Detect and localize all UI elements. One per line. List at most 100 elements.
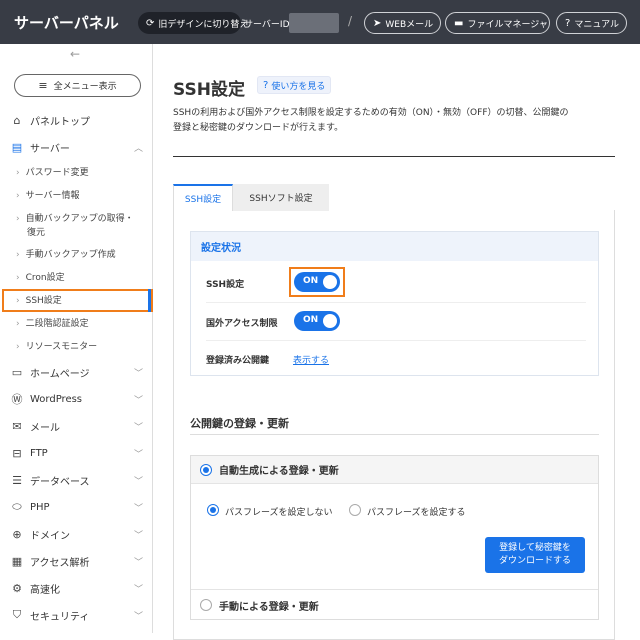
auto-generate-header: 自動生成による登録・更新 [191,456,598,484]
no-passphrase-radio[interactable] [207,504,219,516]
show-pubkey-link[interactable]: 表示する [293,353,329,366]
tab-panel: 設定状況 SSH設定 ON 国外アクセス制限 ON 登録済み公開鍵 表示する 公… [173,210,615,640]
sidebar-item-homepage[interactable]: ▭ ホームページ ﹀ [0,359,153,385]
ssh-toggle[interactable]: ON [294,272,340,292]
tab-ssh-settings[interactable]: SSH設定 [173,184,233,211]
sidebar-subitem-resource-monitor[interactable]: › リソースモニター [16,340,97,354]
sidebar: ← ≡ 全メニュー表示 ⌂ パネルトップ ▤ サーバー ︿ › パスワード変更 ›… [0,44,153,633]
register-download-button[interactable]: 登録して秘密鍵を ダウンロードする [485,537,585,573]
section-divider [190,434,599,435]
switch-icon: ⟳ [146,17,155,29]
globe-icon: ⊕ [12,527,22,541]
webmail-button[interactable]: ➤ WEBメール [364,12,441,34]
sidebar-subitem-server-info[interactable]: › サーバー情報 [16,189,80,203]
all-menu-button[interactable]: ≡ 全メニュー表示 [14,74,141,97]
mail-icon: ✉ [12,419,22,433]
file-manager-button[interactable]: ▬ ファイルマネージャ [445,12,550,34]
active-indicator [148,289,151,312]
app-logo[interactable]: サーバーパネル [14,12,119,33]
row-divider [206,302,586,303]
chevron-down-icon: ﹀ [134,449,144,460]
with-passphrase-radio[interactable] [349,504,361,516]
page-description: SSHの利用および国外アクセス制限を設定するための有効（ON）・無効（OFF）の… [173,108,569,133]
title-divider [173,156,615,157]
help-icon: ? [263,79,269,91]
speed-icon: ⚙ [12,581,22,595]
status-box: 設定状況 SSH設定 ON 国外アクセス制限 ON 登録済み公開鍵 表示する [190,231,599,376]
no-passphrase-label[interactable]: パスフレーズを設定しない [225,505,333,518]
server-icon: ▤ [11,140,23,154]
row-divider [206,340,586,341]
sidebar-item-speedup[interactable]: ⚙ 高速化 ﹀ [0,575,153,601]
main-content: SSH設定 ? 使い方を見る SSHの利用および国外アクセス制限を設定するための… [155,44,640,640]
sidebar-item-panel-top[interactable]: ⌂ パネルトップ [0,107,153,133]
shield-icon: ⛉ [12,608,22,621]
sidebar-item-server[interactable]: ▤ サーバー ︿ [0,134,153,160]
register-box: 自動生成による登録・更新 パスフレーズを設定しない パスフレーズを設定する 登録… [190,455,599,620]
sidebar-subitem-password[interactable]: › パスワード変更 [16,166,89,180]
sidebar-item-security[interactable]: ⛉ セキュリティ ﹀ [0,602,153,628]
sidebar-item-label: サーバー [30,143,70,155]
chevron-down-icon: ﹀ [134,584,144,595]
page-title: SSH設定 [173,80,245,100]
help-link[interactable]: ? 使い方を見る [257,76,332,94]
chevron-down-icon: ﹀ [134,557,144,568]
chevron-down-icon: ﹀ [134,368,144,379]
ftp-icon: ⊟ [12,446,22,460]
sidebar-subitem-cron[interactable]: › Cron設定 [16,271,65,285]
chevron-down-icon: ﹀ [134,530,144,541]
sidebar-subitem-manual-backup[interactable]: › 手動バックアップ作成 [16,248,116,262]
collapse-arrow-icon[interactable]: ← [70,47,80,61]
help-icon: ? [565,17,571,29]
status-header: 設定状況 [191,232,598,261]
sidebar-item-access-analysis[interactable]: ▦ アクセス解析 ﹀ [0,548,153,574]
chart-icon: ▦ [11,554,23,568]
chevron-down-icon: ﹀ [134,476,144,487]
sidebar-item-mail[interactable]: ✉ メール ﹀ [0,413,153,439]
home-icon: ⌂ [13,113,21,127]
hamburger-icon: ≡ [38,79,48,92]
sidebar-subitem-two-factor[interactable]: › 二段階認証設定 [16,317,89,331]
manual-register-radio[interactable] [200,599,212,611]
top-header: サーバーパネル ⟳ 旧デザインに切り替え サーバーID / ➤ WEBメール ▬… [0,0,640,44]
sidebar-item-wordpress[interactable]: Ⓦ WordPress ﹀ [0,386,153,412]
sidebar-item-database[interactable]: ☰ データベース ﹀ [0,467,153,493]
tab-ssh-software[interactable]: SSHソフト設定 [233,184,329,211]
file-manager-label: ファイルマネージャ [467,19,548,30]
toggle-knob [323,275,337,289]
manual-button[interactable]: ? マニュアル [556,12,627,34]
foreign-access-toggle[interactable]: ON [294,311,340,331]
manual-label: マニュアル [574,19,620,30]
server-id-label: サーバーID [244,20,290,30]
chevron-up-icon: ︿ [134,143,144,154]
folder-icon: ▬ [454,17,464,29]
old-design-label: 旧デザインに切り替え [158,19,249,30]
ssh-setting-label: SSH設定 [206,280,245,290]
sidebar-subitem-ssh[interactable]: › SSH設定 [2,289,153,312]
server-id-value [289,13,339,33]
sidebar-item-domain[interactable]: ⊕ ドメイン ﹀ [0,521,153,547]
option-divider [191,589,598,590]
wordpress-icon: Ⓦ [11,393,23,406]
chevron-down-icon: ﹀ [134,611,144,622]
sidebar-item-php[interactable]: ⬭ PHP ﹀ [0,494,153,520]
webmail-label: WEBメール [385,19,434,30]
all-menu-label: 全メニュー表示 [53,82,117,92]
old-design-button[interactable]: ⟳ 旧デザインに切り替え [138,12,248,34]
database-icon: ☰ [12,473,22,487]
sidebar-item-label: パネルトップ [30,116,90,128]
php-icon: ⬭ [12,500,22,513]
with-passphrase-label[interactable]: パスフレーズを設定する [367,505,466,518]
chevron-down-icon: ﹀ [134,395,144,406]
chevron-down-icon: ﹀ [134,422,144,433]
chevron-down-icon: ﹀ [134,503,144,514]
sidebar-item-ftp[interactable]: ⊟ FTP ﹀ [0,440,153,466]
send-icon: ➤ [373,17,382,29]
sidebar-subitem-auto-backup[interactable]: › 自動バックアップの取得・ 復元 [16,212,134,240]
manual-register-label[interactable]: 手動による登録・更新 [219,598,319,613]
auto-generate-radio[interactable] [200,464,212,476]
monitor-icon: ▭ [11,365,23,379]
foreign-access-label: 国外アクセス制限 [206,319,278,329]
toggle-knob [323,314,337,328]
registered-pubkey-label: 登録済み公開鍵 [206,356,270,366]
